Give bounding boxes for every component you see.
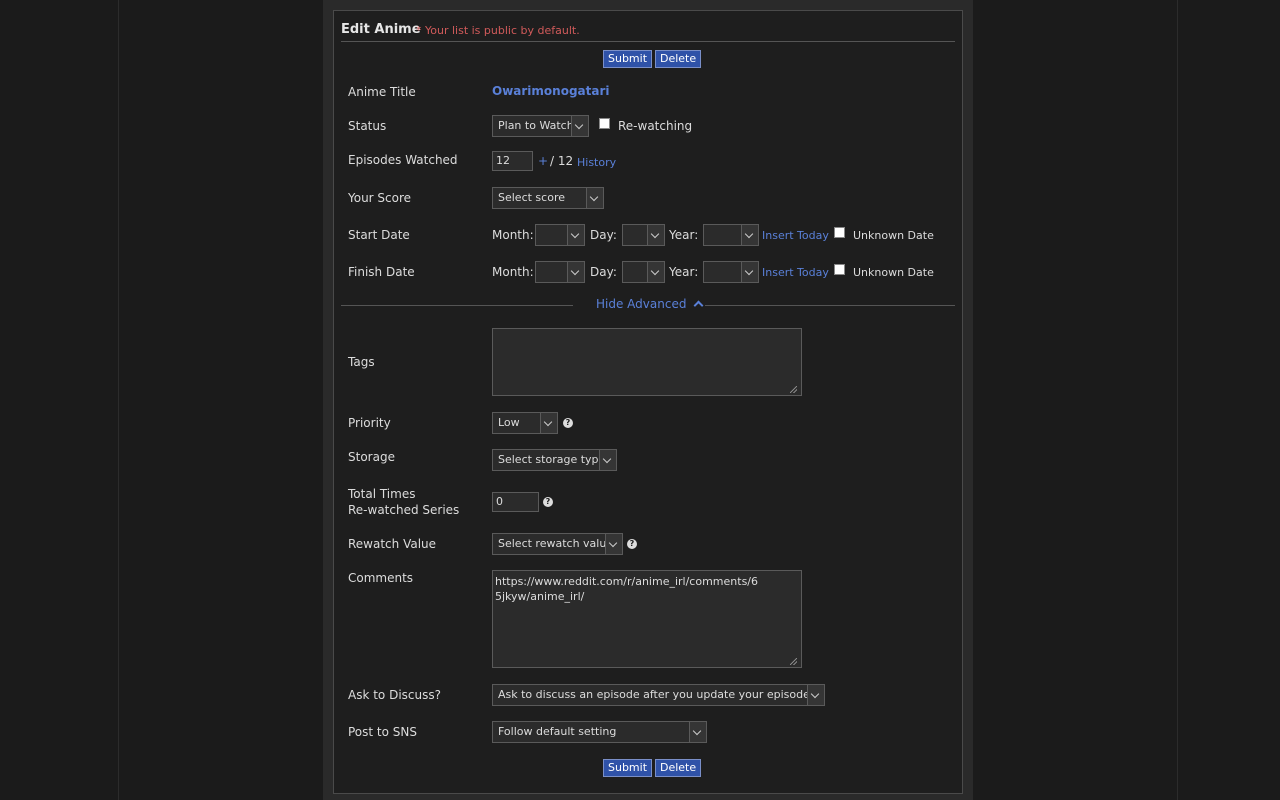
score-select[interactable]: Select score	[492, 187, 604, 209]
hide-advanced-label: Hide Advanced	[596, 297, 687, 311]
start-month-label: Month:	[492, 228, 534, 242]
edit-anime-panel: Edit Anime * Your list is public by defa…	[333, 10, 963, 794]
episodes-total: / 12	[550, 154, 574, 168]
score-label: Your Score	[348, 191, 412, 205]
advanced-divider-left	[341, 305, 573, 306]
rewatching-checkbox[interactable]	[599, 118, 610, 129]
panel-header: Edit Anime * Your list is public by defa…	[341, 21, 955, 42]
comments-label: Comments	[348, 571, 414, 585]
status-label: Status	[348, 119, 387, 133]
chevron-down-icon	[571, 116, 588, 136]
storage-select[interactable]: Select storage type	[492, 449, 617, 471]
score-value: Select score	[498, 191, 565, 204]
rewatched-label-line1: Total Times	[348, 487, 416, 501]
storage-value: Select storage type	[498, 453, 606, 466]
status-value: Plan to Watch	[498, 119, 574, 132]
discuss-label: Ask to Discuss?	[348, 688, 441, 702]
episode-history-link[interactable]: History	[577, 156, 616, 169]
submit-button-bottom[interactable]: Submit	[603, 759, 653, 777]
chevron-down-icon	[741, 225, 758, 245]
chevron-down-icon	[540, 413, 557, 433]
finish-insert-today-link[interactable]: Insert Today	[762, 266, 829, 279]
chevron-down-icon	[599, 450, 616, 470]
chevron-down-icon	[567, 262, 584, 282]
episodes-label: Episodes Watched	[348, 153, 458, 167]
advanced-divider-right	[705, 305, 955, 306]
finish-date-label: Finish Date	[348, 265, 415, 279]
finish-day-select[interactable]	[622, 261, 665, 283]
start-insert-today-link[interactable]: Insert Today	[762, 229, 829, 242]
anime-title-link[interactable]: Owarimonogatari	[492, 84, 610, 98]
page-guide-right	[1177, 0, 1178, 800]
priority-help-icon[interactable]: ?	[563, 418, 573, 428]
delete-button-top[interactable]: Delete	[655, 50, 702, 68]
finish-unknown-date-checkbox[interactable]	[834, 264, 845, 275]
chevron-up-icon	[693, 300, 704, 311]
content-column: Edit Anime * Your list is public by defa…	[323, 0, 973, 800]
chevron-down-icon	[605, 534, 622, 554]
anime-title-label: Anime Title	[348, 85, 416, 99]
start-year-select[interactable]	[703, 224, 759, 246]
sns-label: Post to SNS	[348, 725, 417, 739]
priority-value: Low	[498, 416, 520, 429]
rewatch-value-label: Rewatch Value	[348, 537, 437, 551]
public-list-note: * Your list is public by default.	[416, 24, 580, 37]
tags-textarea[interactable]	[492, 328, 802, 396]
episode-increment-button[interactable]: +	[538, 154, 548, 168]
priority-label: Priority	[348, 416, 391, 430]
tags-label: Tags	[348, 355, 375, 369]
rewatched-label-line2: Re-watched Series	[348, 503, 460, 517]
episodes-input[interactable]: 12	[492, 151, 533, 171]
discuss-value: Ask to discuss an episode after you upda…	[498, 688, 825, 701]
hide-advanced-toggle[interactable]: Hide Advanced	[596, 297, 704, 311]
discuss-select[interactable]: Ask to discuss an episode after you upda…	[492, 684, 825, 706]
chevron-down-icon	[647, 262, 664, 282]
sns-select[interactable]: Follow default setting	[492, 721, 707, 743]
chevron-down-icon	[586, 188, 603, 208]
resize-handle-icon[interactable]	[790, 658, 797, 665]
finish-day-label: Day:	[590, 265, 617, 279]
resize-handle-icon[interactable]	[790, 386, 797, 393]
submit-button-top[interactable]: Submit	[603, 50, 653, 68]
storage-label: Storage	[348, 450, 395, 464]
chevron-down-icon	[807, 685, 824, 705]
chevron-down-icon	[689, 722, 706, 742]
rewatch-value-help-icon[interactable]: ?	[627, 539, 637, 549]
chevron-down-icon	[741, 262, 758, 282]
start-year-label: Year:	[669, 228, 699, 242]
delete-button-bottom[interactable]: Delete	[655, 759, 702, 777]
finish-year-label: Year:	[669, 265, 699, 279]
start-day-select[interactable]	[622, 224, 665, 246]
priority-select[interactable]: Low	[492, 412, 558, 434]
finish-unknown-date-label: Unknown Date	[853, 266, 934, 279]
rewatched-help-icon[interactable]: ?	[543, 497, 553, 507]
finish-year-select[interactable]	[703, 261, 759, 283]
chevron-down-icon	[567, 225, 584, 245]
start-month-select[interactable]	[535, 224, 585, 246]
rewatch-value-value: Select rewatch value	[498, 537, 614, 550]
rewatching-label: Re-watching	[618, 119, 693, 133]
status-select[interactable]: Plan to Watch	[492, 115, 589, 137]
comments-textarea[interactable]: https://www.reddit.com/r/anime_irl/comme…	[492, 570, 802, 668]
rewatched-count-input[interactable]: 0	[492, 492, 539, 512]
sns-value: Follow default setting	[498, 725, 617, 738]
start-unknown-date-label: Unknown Date	[853, 229, 934, 242]
finish-month-select[interactable]	[535, 261, 585, 283]
finish-month-label: Month:	[492, 265, 534, 279]
rewatch-value-select[interactable]: Select rewatch value	[492, 533, 623, 555]
start-unknown-date-checkbox[interactable]	[834, 227, 845, 238]
chevron-down-icon	[647, 225, 664, 245]
page-title: Edit Anime	[341, 22, 421, 37]
page-guide-left	[118, 0, 119, 800]
start-day-label: Day:	[590, 228, 617, 242]
start-date-label: Start Date	[348, 228, 410, 242]
